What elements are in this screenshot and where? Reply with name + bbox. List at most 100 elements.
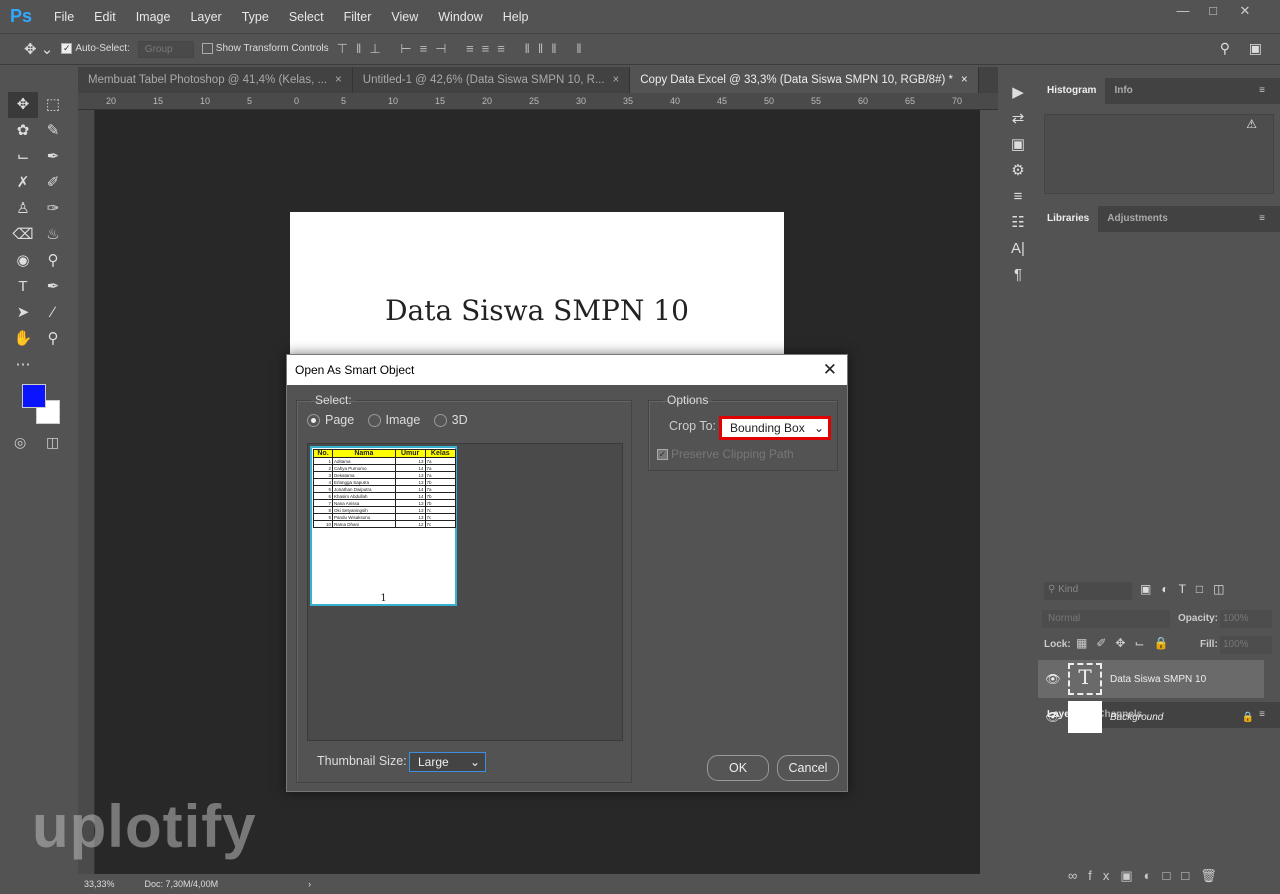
table-cell: 9 xyxy=(313,513,333,521)
auto-select-checkbox[interactable]: ✓ Auto-Select: xyxy=(61,43,130,55)
marquee-tool-icon[interactable]: ⬚ xyxy=(38,92,68,118)
status-arrow-icon[interactable]: › xyxy=(308,879,311,889)
tab-info[interactable]: Info xyxy=(1105,78,1141,104)
foreground-color-swatch[interactable] xyxy=(22,384,46,408)
hand-tool-icon[interactable]: ✋ xyxy=(8,326,38,352)
tab-adjustments[interactable]: Adjustments xyxy=(1098,206,1177,232)
ok-button[interactable]: OK xyxy=(707,755,769,781)
table-row: 6 Khasim Abdullah 14 7b xyxy=(313,492,457,500)
panel-menu-icon[interactable]: ≡ xyxy=(1250,206,1274,232)
tab-histogram[interactable]: Histogram xyxy=(1038,78,1106,104)
paragraph-icon[interactable]: ¶ xyxy=(1000,262,1036,288)
menu-layer[interactable]: Layer xyxy=(180,10,231,24)
page-thumbnail[interactable]: No. Nama Umur Kelas 1 Aditama 13 7a 2 Cahya Purno… xyxy=(310,446,457,606)
preserve-clipping-checkbox[interactable]: ✓ Preserve Clipping Path xyxy=(657,447,794,461)
layer-filter-icons[interactable]: ▣◐T□◫ xyxy=(1140,582,1235,596)
crop-tool-icon[interactable]: ⌙ xyxy=(8,144,38,170)
table-cell: 7a xyxy=(424,464,457,472)
visibility-eye-icon[interactable]: 👁 xyxy=(1038,710,1068,724)
quick-select-icon[interactable]: ✎ xyxy=(38,118,68,144)
path-select-icon[interactable]: ➤ xyxy=(8,300,38,326)
options-legend: Options xyxy=(667,393,709,407)
radio-page[interactable]: Page xyxy=(307,413,354,427)
blur-tool-icon[interactable]: ◉ xyxy=(8,248,38,274)
visibility-eye-icon[interactable]: 👁 xyxy=(1038,672,1068,686)
cancel-button[interactable]: Cancel xyxy=(777,755,839,781)
lock-icons[interactable]: ▦✐✥⌙🔒 xyxy=(1076,636,1177,650)
history-icon[interactable]: ⇄ xyxy=(1000,106,1036,132)
play-actions-icon[interactable]: ▶ xyxy=(1000,80,1036,106)
line-tool-icon[interactable]: ∕ xyxy=(38,300,68,326)
menu-edit[interactable]: Edit xyxy=(84,10,126,24)
pen-tool-icon[interactable]: ✒ xyxy=(38,274,68,300)
layer-row-background[interactable]: 👁 Background 🔒 xyxy=(1038,698,1264,736)
workspace-icon[interactable]: ▣ xyxy=(1249,40,1262,57)
group-select[interactable]: Group xyxy=(137,40,194,58)
layer-kind-filter[interactable]: ⚲ Kind xyxy=(1044,582,1132,600)
ruler-tick: 25 xyxy=(529,96,540,106)
tab-copy-data-excel[interactable]: Copy Data Excel @ 33,3% (Data Siswa SMPN… xyxy=(630,67,979,93)
show-transform-checkbox[interactable]: Show Transform Controls xyxy=(201,43,329,55)
more-tools-icon[interactable]: ⋯ xyxy=(8,352,38,378)
close-tab-icon[interactable]: × xyxy=(613,74,620,86)
close-icon[interactable]: ✕ xyxy=(823,355,837,385)
character-icon[interactable]: A| xyxy=(1000,236,1036,262)
dodge-tool-icon[interactable]: ⚲ xyxy=(38,248,68,274)
lasso-tool-icon[interactable]: ✿ xyxy=(8,118,38,144)
search-icon[interactable]: ⚲ xyxy=(1220,40,1230,57)
minimize-button[interactable]: — xyxy=(1168,0,1198,22)
quick-mask-icon[interactable]: ◎ xyxy=(14,434,26,451)
tab-untitled-1[interactable]: Untitled-1 @ 42,6% (Data Siswa SMPN 10, … xyxy=(353,67,631,93)
document-canvas[interactable]: Data Siswa SMPN 10 xyxy=(290,212,784,362)
close-tab-icon[interactable]: × xyxy=(961,74,968,86)
fill-input[interactable]: 100% xyxy=(1220,636,1272,654)
menu-file[interactable]: File xyxy=(44,10,84,24)
layer-name[interactable]: Background xyxy=(1110,712,1163,723)
tab-libraries[interactable]: Libraries xyxy=(1038,206,1099,232)
menu-filter[interactable]: Filter xyxy=(334,10,382,24)
warning-icon[interactable]: ⚠ xyxy=(1246,117,1257,131)
eyedropper-icon[interactable]: ✒ xyxy=(38,144,68,170)
menu-image[interactable]: Image xyxy=(126,10,181,24)
tab-membuat-tabel[interactable]: Membuat Tabel Photoshop @ 41,4% (Kelas, … xyxy=(78,67,353,93)
eraser-icon[interactable]: ⌫ xyxy=(8,222,38,248)
menu-select[interactable]: Select xyxy=(279,10,334,24)
menu-help[interactable]: Help xyxy=(493,10,539,24)
brush-tool-icon[interactable]: ✐ xyxy=(38,170,68,196)
menu-window[interactable]: Window xyxy=(428,10,492,24)
clone-source-icon[interactable]: ☷ xyxy=(1000,210,1036,236)
chevron-down-icon: ⌄ xyxy=(813,421,824,435)
paint-bucket-icon[interactable]: ♨ xyxy=(38,222,68,248)
layer-name[interactable]: Data Siswa SMPN 10 xyxy=(1110,674,1206,685)
screen-mode-icon[interactable]: ◫ xyxy=(46,434,59,451)
close-tab-icon[interactable]: × xyxy=(335,74,342,86)
zoom-tool-icon[interactable]: ⚲ xyxy=(38,326,68,352)
blend-mode-select[interactable]: Normal xyxy=(1042,610,1170,628)
opacity-input[interactable]: 100% xyxy=(1220,610,1272,628)
stamp-tool-icon[interactable]: ♙ xyxy=(8,196,38,222)
radio-image[interactable]: Image xyxy=(367,413,420,427)
move-tool-icon[interactable]: ✥ xyxy=(8,92,38,118)
properties-icon[interactable]: ▣ xyxy=(1000,132,1036,158)
layer-row-text[interactable]: 👁 T Data Siswa SMPN 10 xyxy=(1038,660,1264,698)
type-tool-icon[interactable]: T xyxy=(8,274,38,300)
thumbnail-size-select[interactable]: Large ⌄ xyxy=(409,752,486,772)
healing-brush-icon[interactable]: ✗ xyxy=(8,170,38,196)
zoom-level[interactable]: 33,33% xyxy=(84,879,115,889)
layer-bottom-icons[interactable]: ∞fx▣◐□□🗑 xyxy=(1068,868,1228,884)
brush-settings-icon[interactable]: ⚙ xyxy=(1000,158,1036,184)
align-icons[interactable]: ⊤‖⊥ ⊢≡⊣ ≡≡≡ ‖‖‖ ‖ xyxy=(337,41,590,57)
maximize-button[interactable]: □ xyxy=(1198,0,1228,22)
table-cell: 7a xyxy=(424,457,457,465)
thumbnail-table: No. Nama Umur Kelas 1 Aditama 13 7a 2 Cahya Purno… xyxy=(313,449,457,528)
menu-view[interactable]: View xyxy=(381,10,428,24)
table-cell: 7 xyxy=(313,499,333,507)
menu-type[interactable]: Type xyxy=(232,10,279,24)
move-tool-icon[interactable]: ✥ ⌄ xyxy=(24,40,53,58)
panel-menu-icon[interactable]: ≡ xyxy=(1250,78,1274,104)
crop-to-select[interactable]: Bounding Box ⌄ xyxy=(719,416,831,440)
history-brush-icon[interactable]: ✑ xyxy=(38,196,68,222)
radio-3d[interactable]: 3D xyxy=(433,413,468,427)
close-window-button[interactable]: ✕ xyxy=(1230,0,1260,22)
adjust-sliders-icon[interactable]: ≡ xyxy=(1000,184,1036,210)
